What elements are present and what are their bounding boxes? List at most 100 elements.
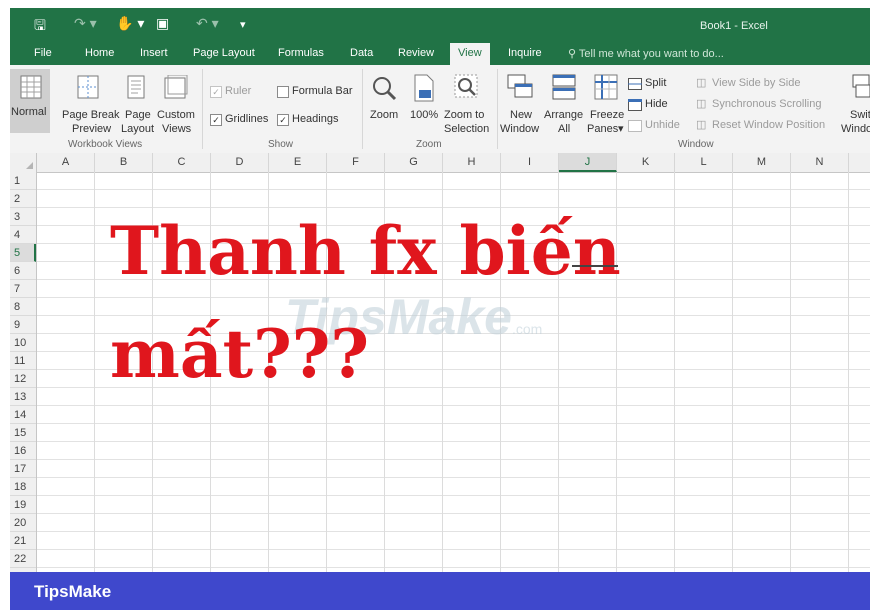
page-layout-label-2[interactable]: Layout (121, 123, 154, 136)
zoom-selection-label-1[interactable]: Zoom to (444, 109, 484, 122)
view-side-by-side-button[interactable]: View Side by Side (712, 77, 800, 90)
row-header-17[interactable]: 17 (10, 460, 36, 478)
excel-window: 🖫 ↷ ▾ ✋ ▾ ▣ ↶ ▾ ▾ Book1 - Excel File Hom… (10, 8, 870, 572)
select-all-button[interactable] (10, 153, 37, 172)
headings-checkbox[interactable]: ✓ (277, 114, 289, 126)
show-group-label: Show (268, 139, 294, 150)
row-header-2[interactable]: 2 (10, 190, 36, 208)
page-break-label-2[interactable]: Preview (72, 123, 111, 136)
column-header-c[interactable]: C (153, 153, 211, 172)
column-header-f[interactable]: F (327, 153, 385, 172)
row-header-8[interactable]: 8 (10, 298, 36, 316)
page-break-preview-icon (77, 75, 99, 99)
page-layout-label-1[interactable]: Page (125, 109, 151, 122)
unhide-button[interactable]: Unhide (645, 119, 680, 132)
freeze-panes-label-1[interactable]: Freeze (590, 109, 624, 122)
split-icon (628, 78, 642, 90)
arrange-all-label-1[interactable]: Arrange (544, 109, 583, 122)
row-header-7[interactable]: 7 (10, 280, 36, 298)
row-headers: 1 2 3 4 5 6 7 8 9 10 11 12 13 14 15 16 17 18 19 20 21 22 (10, 172, 37, 572)
normal-grid-icon (20, 75, 42, 99)
column-header-i[interactable]: I (501, 153, 559, 172)
synchronous-scrolling-button[interactable]: Synchronous Scrolling (712, 98, 821, 111)
row-header-5[interactable]: 5 (10, 244, 36, 262)
side-by-side-icon: ◫ (696, 77, 707, 89)
tab-home[interactable]: Home (85, 47, 114, 59)
zoom-100-button[interactable]: 100% (410, 109, 438, 122)
switch-windows-label-2[interactable]: Windows (841, 123, 870, 136)
gridlines-checkbox[interactable]: ✓ (210, 114, 222, 126)
zoom-button[interactable]: Zoom (370, 109, 398, 122)
overlay-title-line-2: mất??? (110, 315, 370, 393)
row-header-3[interactable]: 3 (10, 208, 36, 226)
redo-icon[interactable]: ↷ ▾ (74, 15, 97, 32)
tell-me-box[interactable]: ⚲ Tell me what you want to do... (568, 47, 724, 60)
zoom-selection-label-2[interactable]: Selection (444, 123, 489, 136)
column-header-e[interactable]: E (269, 153, 327, 172)
tab-review[interactable]: Review (398, 47, 434, 59)
column-header-b[interactable]: B (95, 153, 153, 172)
customize-arrow-icon[interactable]: ▾ (240, 18, 246, 31)
normal-view-button[interactable]: Normal (10, 69, 50, 133)
custom-views-label-2[interactable]: Views (162, 123, 191, 136)
page-break-label-1[interactable]: Page Break (62, 109, 119, 122)
reset-window-position-button[interactable]: Reset Window Position (712, 119, 825, 132)
column-header-m[interactable]: M (733, 153, 791, 172)
tab-file[interactable]: File (34, 47, 52, 59)
tab-insert[interactable]: Insert (140, 47, 168, 59)
hide-button[interactable]: Hide (645, 98, 668, 111)
column-header-l[interactable]: L (675, 153, 733, 172)
floppy-disk-icon[interactable]: 🖫 (34, 15, 46, 39)
row-header-18[interactable]: 18 (10, 478, 36, 496)
column-header-a[interactable]: A (37, 153, 95, 172)
column-header-k[interactable]: K (617, 153, 675, 172)
row-header-21[interactable]: 21 (10, 532, 36, 550)
column-header-n[interactable]: N (791, 153, 849, 172)
column-header-d[interactable]: D (211, 153, 269, 172)
hide-window-icon (628, 99, 642, 111)
row-header-9[interactable]: 9 (10, 316, 36, 334)
tab-data[interactable]: Data (350, 47, 373, 59)
new-window-label-2[interactable]: Window (500, 123, 539, 136)
arrange-all-label-2[interactable]: All (558, 123, 570, 136)
row-header-19[interactable]: 19 (10, 496, 36, 514)
row-header-16[interactable]: 16 (10, 442, 36, 460)
ribbon-divider (497, 69, 498, 149)
row-header-14[interactable]: 14 (10, 406, 36, 424)
row-header-11[interactable]: 11 (10, 352, 36, 370)
row-header-20[interactable]: 20 (10, 514, 36, 532)
tab-view[interactable]: View (450, 43, 490, 65)
camera-icon[interactable]: ▣ (156, 15, 169, 32)
tell-me-text: Tell me what you want to do... (578, 48, 724, 60)
formula-bar-checkbox[interactable] (277, 86, 289, 98)
custom-views-icon (164, 75, 188, 99)
row-header-1[interactable]: 1 (10, 172, 36, 190)
row-header-4[interactable]: 4 (10, 226, 36, 244)
row-header-13[interactable]: 13 (10, 388, 36, 406)
tab-formulas[interactable]: Formulas (278, 47, 324, 59)
switch-windows-label-1[interactable]: Switch (850, 109, 870, 122)
tab-page-layout[interactable]: Page Layout (193, 47, 255, 59)
row-header-15[interactable]: 15 (10, 424, 36, 442)
watermark-suffix: .com (511, 321, 543, 337)
window-group-label: Window (678, 139, 714, 150)
touch-mode-icon[interactable]: ✋ ▾ (116, 15, 144, 32)
custom-views-label-1[interactable]: Custom (157, 109, 195, 122)
row-header-6[interactable]: 6 (10, 262, 36, 280)
row-header-10[interactable]: 10 (10, 334, 36, 352)
sync-scroll-icon: ◫ (696, 98, 707, 110)
row-header-12[interactable]: 12 (10, 370, 36, 388)
ruler-checkbox[interactable]: ✓ (210, 86, 222, 98)
undo-icon[interactable]: ↶ ▾ (196, 15, 219, 32)
tab-inquire[interactable]: Inquire (508, 47, 542, 59)
freeze-panes-label-2[interactable]: Panes (587, 123, 618, 136)
ribbon-view: Normal Page Break Preview Page Layout Cu… (10, 65, 870, 154)
new-window-label-1[interactable]: New (510, 109, 532, 122)
row-header-22[interactable]: 22 (10, 550, 36, 568)
footer-brand-text: TipsMake (34, 582, 112, 601)
column-header-h[interactable]: H (443, 153, 501, 172)
column-header-g[interactable]: G (385, 153, 443, 172)
column-header-j[interactable]: J (559, 153, 617, 172)
ruler-label: Ruler (225, 85, 252, 97)
split-button[interactable]: Split (645, 77, 666, 90)
